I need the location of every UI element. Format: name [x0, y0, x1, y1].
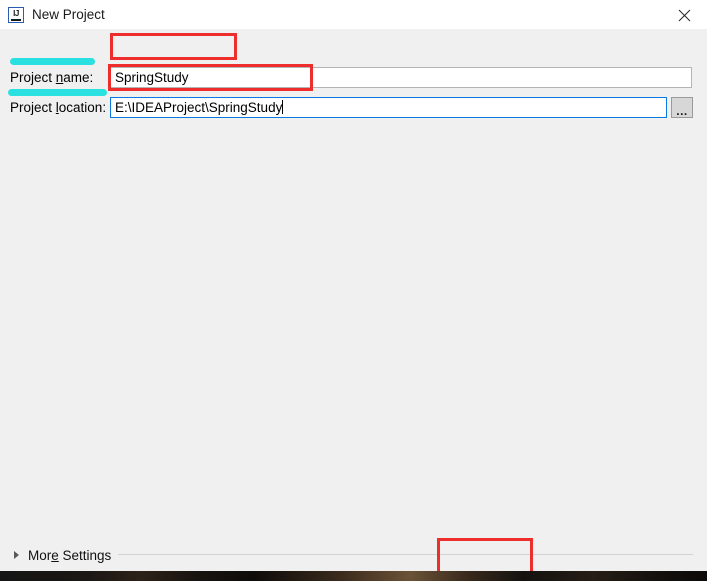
- more-settings-toggle[interactable]: More Settings: [14, 547, 111, 563]
- triangle-right-icon: [14, 551, 19, 559]
- title-bar: IJ New Project: [0, 0, 707, 30]
- annotation-highlight-project-location: [8, 89, 107, 96]
- desktop-background-strip: [0, 571, 707, 581]
- project-name-input[interactable]: SpringStudy: [110, 67, 692, 88]
- window-title: New Project: [32, 7, 105, 22]
- more-settings-separator: [118, 554, 693, 555]
- close-icon[interactable]: [661, 0, 707, 30]
- intellij-idea-icon: IJ: [8, 7, 24, 23]
- project-location-label: Project location:: [10, 100, 107, 115]
- more-settings-label: More Settings: [28, 547, 112, 563]
- project-name-label: Project name:: [10, 70, 94, 85]
- dialog-content: Project name: SpringStudy Project locati…: [0, 30, 707, 581]
- project-location-input[interactable]: E:\IDEAProject\SpringStudy: [110, 97, 667, 118]
- new-project-dialog: IJ New Project Project name: SpringStudy…: [0, 0, 707, 581]
- ellipsis-icon: ...: [676, 103, 688, 118]
- browse-location-button[interactable]: ...: [671, 97, 693, 118]
- annotation-highlight-project-name: [10, 58, 95, 65]
